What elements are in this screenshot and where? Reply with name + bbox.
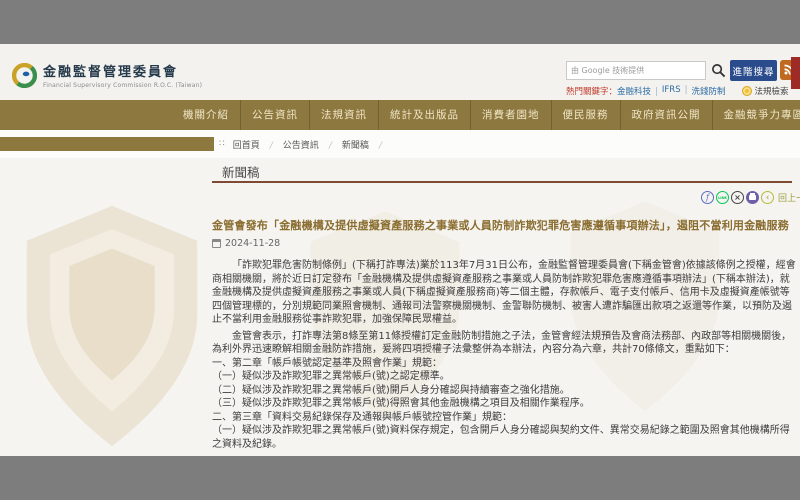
nav-item[interactable]: 法規資訊 [309,100,378,130]
breadcrumb-separator: / [270,141,273,151]
fsc-logo-icon [12,63,37,88]
back-icon[interactable]: ‹ [761,191,774,204]
nav-item[interactable]: 公告資訊 [240,100,309,130]
hot-keywords-row: 熱門關鍵字： 金融科技IFRS洗錢防制 法規檢索 [566,85,789,97]
article-points: 一、第二章「帳戶帳號認定基準及照會作業」規範：（一）疑似涉及詐欺犯罪之異常帳戶(… [212,357,798,452]
article-point: （一）疑似涉及詐欺犯罪之異常帳戶(號)之認定標準。 [212,370,798,384]
article-date-row: 2024-11-28 [212,238,280,249]
nav-item[interactable]: 機關介紹 [172,100,240,130]
hot-keyword-link[interactable]: 洗錢防制 [691,85,725,97]
site-logo[interactable]: 金融監督管理委員會 Financial Supervisory Commissi… [12,61,202,89]
main-nav: 機關介紹公告資訊法規資訊統計及出版品消費者園地便民服務政府資訊公開金融競爭力專區… [0,100,800,130]
watermark-shield [14,202,210,454]
search-icon[interactable] [711,63,726,78]
breadcrumb-link[interactable]: 新聞稿 [342,141,369,151]
breadcrumb-bar: ∷ 回首頁 / 公告資訊 / 新聞稿 / [0,130,800,158]
browser-viewport: 金融監督管理委員會 Financial Supervisory Commissi… [0,0,800,500]
law-search-button[interactable]: 法規檢索 [742,85,789,97]
article-point: （三）疑似涉及詐欺犯罪之異常帳戶(號)得照會其他金融機構之項目及相關作業程序。 [212,397,798,411]
article-paragraph: 金管會表示，打詐專法第8條至第11條授權訂定金融防制措施之子法，金管會經法規預告… [212,330,798,357]
search-input[interactable] [567,62,705,79]
breadcrumb-item: 回首頁 / [233,138,283,151]
main-content: 新聞稿 f LINE × ‹ 回上一頁 金管會發布「金融機構及提供虛擬資產服務之… [0,158,800,456]
breadcrumb: ∷ 回首頁 / 公告資訊 / 新聞稿 / [219,130,392,158]
title-rule [212,181,792,183]
hot-keyword-link[interactable]: IFRS [662,85,692,97]
breadcrumb-link[interactable]: 公告資訊 [283,141,319,151]
side-tab[interactable] [791,57,800,89]
article-paragraph: 「詐欺犯罪危害防制條例」(下稱打詐專法)業於113年7月31日公布，金融監督管理… [212,259,798,327]
breadcrumb-item: 新聞稿 / [342,138,392,151]
breadcrumb-item: 公告資訊 / [283,138,342,151]
site-header: 金融監督管理委員會 Financial Supervisory Commissi… [0,44,800,100]
back-link[interactable]: 回上一頁 [778,191,800,204]
search-box [566,61,706,80]
law-search-label: 法規檢索 [755,85,789,97]
x-share-icon[interactable]: × [731,191,744,204]
article-title: 金管會發布「金融機構及提供虛擬資產服務之事業或人員防制詐欺犯罪危害應遵循事項辦法… [212,217,800,233]
article-point: 二、第三章「資料交易紀錄保存及通報與帳戶帳號控管作業」規範： [212,411,798,425]
law-search-icon [742,86,752,96]
article-paragraphs: 「詐欺犯罪危害防制條例」(下稱打詐專法)業於113年7月31日公布，金融監督管理… [212,259,798,357]
site-title: 金融監督管理委員會 [43,61,202,80]
hot-keyword-link[interactable]: 金融科技 [617,85,662,97]
article-point: （一）疑似涉及詐欺犯罪之異常帳戶(號)資料保存規定，包含開戶人身分確認與契約文件… [212,424,798,451]
page-title: 新聞稿 [222,162,260,181]
line-share-icon[interactable]: LINE [716,191,729,204]
share-row: f LINE × ‹ 回上一頁 [701,191,800,204]
advanced-search-button[interactable]: 進階搜尋 [730,60,777,81]
breadcrumb-grid-icon: ∷ [219,139,225,149]
printer-glyph [749,195,756,200]
nav-item[interactable]: 政府資訊公開 [620,100,712,130]
article-point: （二）疑似涉及詐欺犯罪之異常帳戶(號)開戶人身分確認與持續審查之強化措施。 [212,384,798,398]
breadcrumb-gold-strip [0,137,214,151]
article-point: 一、第二章「帳戶帳號認定基準及照會作業」規範： [212,357,798,371]
hot-keywords-label: 熱門關鍵字： [566,85,617,97]
nav-item[interactable]: 便民服務 [551,100,620,130]
hot-keywords-list: 金融科技IFRS洗錢防制 [617,85,725,97]
nav-item[interactable]: 消費者園地 [470,100,551,130]
site-title-en: Financial Supervisory Commission R.O.C. … [43,82,202,89]
calendar-icon [212,239,221,248]
breadcrumb-link[interactable]: 回首頁 [233,141,260,151]
fsc-website: 金融監督管理委員會 Financial Supervisory Commissi… [0,44,800,456]
facebook-share-icon[interactable]: f [701,191,714,204]
breadcrumb-items: 回首頁 / 公告資訊 / 新聞稿 / [233,138,392,151]
nav-item[interactable]: 統計及出版品 [378,100,470,130]
article-date: 2024-11-28 [225,238,280,249]
breadcrumb-separator: / [379,141,382,151]
breadcrumb-separator: / [329,141,332,151]
nav-item[interactable]: 金融競爭力專區 [712,100,800,130]
article-body: 「詐欺犯罪危害防制條例」(下稱打詐專法)業於113年7月31日公布，金融監督管理… [212,259,798,451]
site-title-block: 金融監督管理委員會 Financial Supervisory Commissi… [43,61,202,89]
print-icon[interactable] [746,191,759,204]
